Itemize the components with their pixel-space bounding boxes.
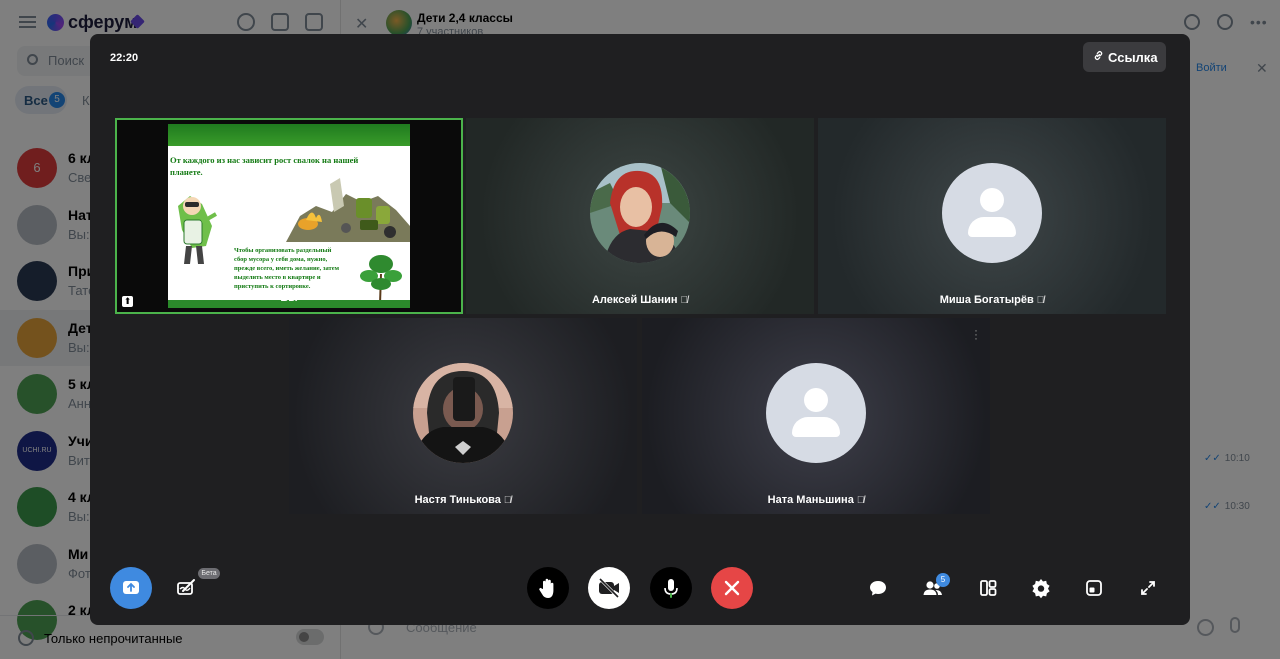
minimize-button[interactable] — [1081, 575, 1107, 601]
screen-share-button[interactable] — [110, 567, 152, 609]
microphone-button[interactable] — [650, 567, 692, 609]
beta-badge: Бета — [198, 568, 220, 579]
raise-hand-icon — [539, 578, 554, 598]
minimize-icon — [1086, 580, 1102, 596]
slide-body-text: Чтобы организовать раздельный сбор мусор… — [234, 247, 340, 290]
copy-link-button[interactable]: Ссылка — [1083, 42, 1166, 72]
participants-count-badge: 5 — [936, 573, 950, 587]
participant-tile[interactable]: · · · Ната Маньшина 🎙̸ — [642, 318, 990, 514]
microphone-icon — [664, 579, 678, 598]
camera-toggle-button[interactable] — [588, 567, 630, 609]
end-call-button[interactable] — [711, 567, 753, 609]
default-avatar-icon — [942, 163, 1042, 263]
call-timer: 22:20 — [110, 52, 139, 64]
participant-name-text: Миша Богатырёв — [939, 294, 1034, 306]
participant-name: Ната Маньшина 🎙̸ — [642, 494, 990, 506]
tile-menu-icon[interactable]: · · · — [974, 324, 978, 344]
screen-share-icon — [123, 581, 139, 594]
muted-mic-icon: 🎙̸ — [856, 495, 865, 506]
participant-tile-self[interactable]: От каждого из нас зависит рост свалок на… — [115, 118, 463, 314]
participant-avatar — [413, 363, 513, 463]
link-icon — [1094, 51, 1103, 60]
slide-top-bar — [168, 124, 410, 146]
fullscreen-button[interactable] — [1135, 575, 1161, 601]
participant-name-text: Вы — [280, 292, 298, 304]
participant-avatar — [590, 163, 690, 263]
avatar-photo — [590, 163, 690, 263]
settings-icon — [1032, 579, 1050, 599]
chat-icon — [870, 581, 886, 596]
trash-pile-illustration — [286, 178, 410, 242]
participant-tile[interactable]: Миша Богатырёв 🎙̸ — [818, 118, 1166, 314]
participant-name: Алексей Шанин 🎙̸ — [466, 294, 814, 306]
muted-mic-icon: 🎙̸ — [1036, 295, 1045, 306]
default-avatar-icon — [766, 363, 866, 463]
participant-tile[interactable]: Алексей Шанин 🎙̸ — [466, 118, 814, 314]
slide-title: От каждого из нас зависит рост свалок на… — [170, 155, 359, 177]
avatar-photo — [413, 363, 513, 463]
layout-icon — [980, 580, 997, 596]
layout-button[interactable] — [975, 575, 1001, 601]
participant-tile[interactable]: Настя Тинькова 🎙̸ — [289, 318, 637, 514]
shared-screen-slide: От каждого из нас зависит рост свалок на… — [168, 124, 410, 308]
participant-name: Настя Тинькова 🎙̸ — [289, 494, 637, 506]
settings-button[interactable] — [1028, 575, 1054, 601]
participant-name: Вы — [117, 292, 461, 304]
fullscreen-icon — [1141, 581, 1155, 595]
camera-off-icon — [598, 577, 620, 599]
participant-name-text: Ната Маньшина — [767, 494, 854, 506]
raise-hand-button[interactable] — [527, 567, 569, 609]
hangup-icon — [724, 580, 740, 596]
participant-name: Миша Богатырёв 🎙̸ — [818, 294, 1166, 306]
eco-hero-illustration — [178, 196, 217, 264]
muted-mic-icon: 🎙̸ — [680, 295, 689, 306]
participant-name-text: Алексей Шанин — [591, 294, 678, 306]
video-call-window: 22:20 Ссылка От каждого из нас зависит р… — [90, 34, 1190, 625]
muted-mic-icon: 🎙̸ — [503, 495, 512, 506]
copy-link-label: Ссылка — [1108, 50, 1158, 65]
chat-button[interactable] — [865, 575, 891, 601]
participant-name-text: Настя Тинькова — [414, 494, 501, 506]
